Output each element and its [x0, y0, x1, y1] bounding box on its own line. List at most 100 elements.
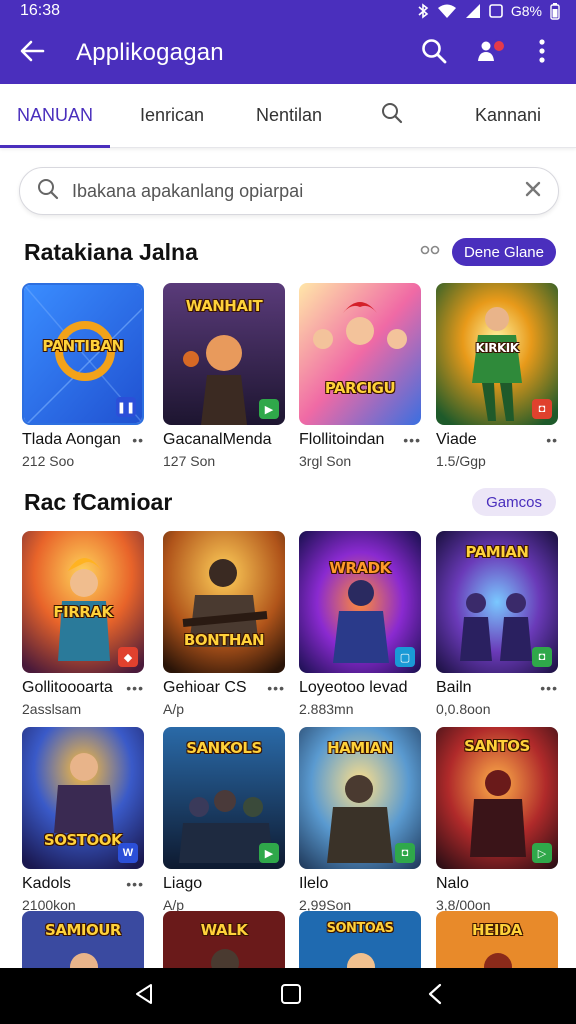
app-badge-icon: ▢ [395, 647, 415, 667]
search-input[interactable] [60, 180, 524, 202]
see-all-button[interactable]: Dene Glane [451, 238, 556, 266]
app-card[interactable]: PANTIBAN ❚❚ Tlada Aongan •• 212 Soo [22, 283, 144, 469]
play-badge-icon: ▷ [532, 843, 552, 863]
link-icon[interactable] [420, 243, 440, 261]
play-badge-icon: ▶ [259, 399, 279, 419]
app-card[interactable]: SONTOAS [299, 911, 421, 968]
app-meta: 0,0.8oon [436, 701, 491, 717]
battery-icon [550, 2, 560, 20]
app-thumbnail: SOSTOOK W [22, 727, 144, 869]
app-card[interactable]: SAMIOUR [22, 911, 144, 968]
tab-kannani[interactable]: Kannani [440, 84, 576, 148]
play-badge-icon: ▶ [259, 843, 279, 863]
thumbnail-art-text: HEIDA [472, 921, 522, 939]
app-thumbnail: SONTOAS [299, 911, 421, 968]
tab-bar: NANUAN Ienrican Nentilan Kannani [0, 84, 576, 148]
app-card[interactable]: SOSTOOK W Kadols ••• 2100kon [22, 727, 144, 913]
tab-nentilan[interactable]: Nentilan [234, 84, 344, 148]
more-options-icon[interactable]: ••• [267, 680, 285, 696]
app-thumbnail: WRADK ▢ [299, 531, 421, 673]
thumbnail-art-text: WALK [200, 921, 248, 939]
app-thumbnail: SANKOLS ▶ [163, 727, 285, 869]
back-button[interactable] [0, 22, 64, 84]
app-name: Flollitoindan [299, 431, 385, 448]
more-vertical-icon [539, 38, 545, 68]
app-name: Loyeotoo levad [299, 679, 408, 696]
app-name: Nalo [436, 875, 469, 892]
thumbnail-art-text: SAMIOUR [45, 921, 121, 939]
wifi-icon [437, 3, 457, 19]
tab-label: Nentilan [255, 105, 323, 125]
tab-nanuan[interactable]: NANUAN [0, 84, 110, 148]
recents-nav-icon[interactable] [427, 982, 443, 1011]
app-card[interactable]: WALK [163, 911, 285, 968]
tab-label: Kannani [474, 105, 542, 125]
app-card[interactable]: KIRKIK ◘ Viade •• 1.5/Ggp [436, 283, 558, 469]
app-badge-icon: W [118, 843, 138, 863]
thumbnail-art-text: KIRKIK [475, 341, 519, 355]
app-card[interactable]: HAMIAN ◘ Ilelo 2,99Son [299, 727, 421, 913]
app-thumbnail: WANHAIT ▶ [163, 283, 285, 425]
more-options-icon[interactable]: ••• [540, 680, 558, 696]
back-nav-icon[interactable] [133, 982, 155, 1011]
thumbnail-art-text: PARCIGU [324, 379, 396, 397]
app-card[interactable]: SANTOS ▷ Nalo 3,8/00on [436, 727, 558, 913]
thumbnail-art-text: PAMIAN [465, 543, 529, 561]
app-thumbnail: FIRRAK ◆ [22, 531, 144, 673]
tab-label: NANUAN [16, 105, 93, 125]
more-options-icon[interactable]: ••• [126, 876, 144, 892]
tab-ienrican[interactable]: Ienrican [110, 84, 234, 148]
app-card[interactable]: BONTHAN Gehioar CS ••• A/p [163, 531, 285, 717]
thumbnail-art-text: WRADK [329, 559, 391, 577]
tab-search[interactable] [344, 84, 440, 148]
app-thumbnail: SANTOS ▷ [436, 727, 558, 869]
section-title: Rac fCamioar [24, 488, 173, 515]
app-bar: Applikogagan [0, 22, 576, 84]
home-nav-icon[interactable] [280, 983, 302, 1010]
app-card[interactable]: SANKOLS ▶ Liago A/p [163, 727, 285, 913]
app-card[interactable]: WANHAIT ▶ GacanalMenda 127 Son [163, 283, 285, 469]
app-thumbnail: SAMIOUR [22, 911, 144, 968]
app-thumbnail: HAMIAN ◘ [299, 727, 421, 869]
pause-badge-icon: ❚❚ [116, 397, 136, 417]
app-name: GacanalMenda [163, 431, 272, 448]
section-header: Ratakiana Jalna Dene Glane [24, 234, 556, 270]
section1-row: PANTIBAN ❚❚ Tlada Aongan •• 212 Soo WANH… [22, 283, 558, 483]
app-card[interactable]: PAMIAN ◘ Bailn ••• 0,0.8oon [436, 531, 558, 717]
category-button[interactable]: Gamcos [472, 488, 556, 516]
app-name: Kadols [22, 875, 71, 892]
more-options-icon[interactable]: ••• [126, 680, 144, 696]
thumbnail-art-text: FIRRAK [53, 603, 113, 621]
app-meta: 2.883mn [299, 701, 354, 717]
section2-row: SOSTOOK W Kadols ••• 2100kon SANKOLS ▶ L… [22, 727, 558, 927]
more-options-icon[interactable]: •• [546, 432, 558, 448]
status-time: 16:38 [20, 2, 61, 19]
app-thumbnail: HEIDA [436, 911, 558, 968]
section-header: Rac fCamioar Gamcos [24, 484, 556, 520]
app-name: Viade [436, 431, 477, 448]
section2-row: SAMIOUR WALK SONTOAS HEIDA [22, 911, 558, 968]
tab-label: Ienrican [139, 105, 205, 125]
thumbnail-art-text: PANTIBAN [42, 337, 124, 355]
app-badge-icon: ◆ [118, 647, 138, 667]
data-icon [489, 3, 503, 19]
more-options-icon[interactable]: ••• [403, 432, 421, 448]
search-button[interactable] [418, 37, 450, 69]
clear-icon[interactable] [524, 180, 542, 203]
app-card[interactable]: HEIDA [436, 911, 558, 968]
app-name: Gollitoooarta [22, 679, 113, 696]
app-name: Bailn [436, 679, 472, 696]
app-thumbnail: WALK [163, 911, 285, 968]
app-name: Liago [163, 875, 203, 892]
signal-icon [465, 3, 481, 19]
app-name: Ilelo [299, 875, 329, 892]
search-icon [380, 101, 404, 130]
app-card[interactable]: FIRRAK ◆ Gollitoooarta ••• 2asslsam [22, 531, 144, 717]
overflow-menu-button[interactable] [526, 37, 558, 69]
app-badge-icon: ◘ [532, 647, 552, 667]
more-options-icon[interactable]: •• [132, 432, 144, 448]
app-card[interactable]: WRADK ▢ Loyeotoo levad 2.883mn [299, 531, 421, 717]
app-card[interactable]: PARCIGU Flollitoindan ••• 3rgl Son [299, 283, 421, 469]
app-meta: A/p [163, 701, 185, 717]
account-button[interactable] [472, 37, 506, 69]
